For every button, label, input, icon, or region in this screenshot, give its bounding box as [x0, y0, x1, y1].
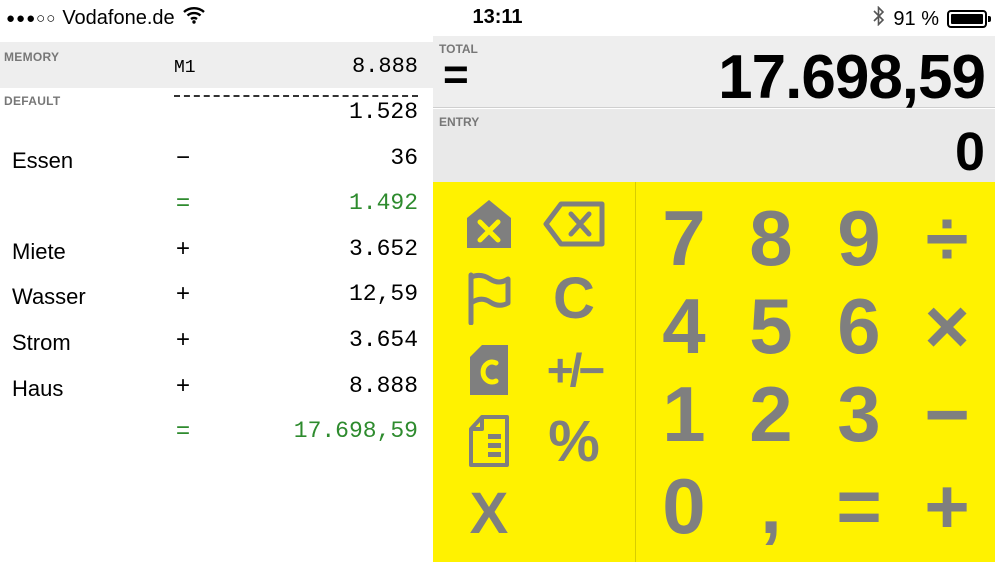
tape-row-operator: = [175, 417, 190, 445]
digit-4-label: 4 [662, 281, 706, 370]
tape-row-label: Haus [12, 375, 64, 401]
digit-2-label: 2 [749, 369, 793, 458]
digit-5-label: 5 [749, 281, 793, 370]
divide-button[interactable]: ÷ [903, 194, 991, 282]
comma-button[interactable]: , [727, 462, 815, 550]
digit-1-button[interactable]: 1 [640, 370, 728, 458]
tape-row[interactable]: Strom +3.654 [0, 324, 433, 364]
divide-label: ÷ [925, 193, 969, 282]
multiply-button[interactable]: × [903, 282, 991, 370]
plus-minus-button[interactable]: +/− [539, 335, 609, 405]
tape-row-value: 3.654 [348, 327, 418, 353]
keypad: X C +/− % 7 8 9 ÷ 4 5 6 × 1 2 3 − 0 , = … [433, 182, 995, 562]
percent-button[interactable]: % [539, 406, 609, 476]
subtract-button[interactable]: − [903, 370, 991, 458]
entry-value: 0 [954, 122, 985, 182]
tape-row-value: 1.492 [348, 190, 418, 217]
tape-row-operator: − [175, 143, 190, 171]
memory-name: M1 [174, 58, 196, 78]
digit-6-label: 6 [837, 281, 881, 370]
total-sign: = [443, 50, 469, 99]
tape-row-label: Miete [12, 238, 66, 264]
paste-icon [468, 414, 510, 468]
digit-6-button[interactable]: 6 [815, 282, 903, 370]
digit-8-button[interactable]: 8 [727, 194, 815, 282]
memory-clear-icon [465, 198, 513, 250]
tape-row[interactable]: Miete +3.652 [0, 233, 433, 273]
backspace-button[interactable] [539, 189, 609, 259]
clear-button[interactable]: C [539, 263, 609, 333]
entry-label: ENTRY [439, 115, 480, 129]
battery-percent: 91 % [893, 7, 939, 30]
digit-0-button[interactable]: 0 [640, 462, 728, 550]
paste-button[interactable] [454, 406, 524, 476]
tape-row-value: 12,59 [348, 281, 418, 308]
digit-8-label: 8 [749, 193, 793, 282]
copy-icon [468, 343, 510, 397]
tape-row-value: 17.698,59 [293, 418, 418, 445]
percent-key-label: % [548, 408, 600, 474]
tape-row-value: 1.528 [348, 99, 418, 125]
tape-row[interactable]: Essen − 36 [0, 142, 433, 182]
digit-9-label: 9 [837, 193, 881, 282]
digit-7-button[interactable]: 7 [640, 194, 728, 282]
comma-label: , [760, 461, 782, 550]
tape-row-value: 36 [390, 144, 418, 171]
tape-row-label: Strom [12, 330, 71, 355]
clock: 13:11 [472, 6, 523, 28]
tape-row-operator: + [175, 234, 190, 262]
status-bar: ●●●○○ Vodafone.de 13:11 91 % [0, 0, 995, 36]
memory-row[interactable]: MEMORY M1 8.888 [0, 42, 433, 88]
copy-button[interactable] [454, 335, 524, 405]
total-display: TOTAL = 17.698,59 [433, 36, 995, 112]
clear-key-label: C [553, 265, 595, 331]
backspace-icon [543, 201, 605, 247]
memory-label: MEMORY [4, 50, 60, 64]
tape-row[interactable]: 1.528 [0, 96, 433, 136]
tape-row[interactable]: = 17.698,59 [0, 415, 433, 455]
close-button[interactable]: X [454, 478, 524, 548]
tape-row-value: 8.888 [348, 372, 418, 399]
plus-minus-key-label: +/− [546, 344, 605, 396]
digit-4-button[interactable]: 4 [640, 282, 728, 370]
digit-1-label: 1 [662, 369, 706, 458]
total-value: 17.698,59 [718, 43, 986, 112]
battery-icon [947, 10, 991, 28]
equals-label: = [836, 461, 882, 550]
keypad-divider [635, 182, 636, 562]
status-right: 91 % [873, 5, 991, 32]
tape-row-label: Essen [12, 147, 74, 173]
tape-row-operator: + [175, 326, 190, 353]
add-button[interactable]: + [903, 462, 991, 550]
memory-clear-button[interactable] [454, 189, 524, 259]
flag-icon [466, 271, 512, 325]
tape-row-operator: = [175, 189, 190, 217]
digit-0-label: 0 [662, 461, 706, 550]
entry-display: ENTRY 0 [433, 109, 995, 182]
calculator: TOTAL = 17.698,59 ENTRY 0 X C +/− % 7 8 … [433, 36, 995, 562]
digit-7-label: 7 [662, 193, 706, 282]
digit-5-button[interactable]: 5 [727, 282, 815, 370]
multiply-label: × [924, 281, 970, 370]
add-label: + [924, 461, 970, 550]
equals-button[interactable]: = [815, 462, 903, 550]
close-key-label: X [469, 480, 509, 546]
tape-row[interactable]: Wasser +12,59 [0, 278, 433, 318]
tape-row-label: Wasser [12, 284, 86, 310]
subtract-label: − [924, 369, 970, 458]
tape-row[interactable]: = 1.492 [0, 187, 433, 227]
tape-row-operator: + [175, 371, 190, 399]
digit-9-button[interactable]: 9 [815, 194, 903, 282]
tape-row-operator: + [175, 280, 190, 308]
digit-3-label: 3 [837, 369, 881, 458]
tape-row[interactable]: Haus +8.888 [0, 370, 433, 410]
flag-button[interactable] [454, 263, 524, 333]
memory-value: 8.888 [351, 54, 418, 79]
calculation-tape[interactable]: MEMORY M1 8.888 DEFAULT 1.528 Essen −36 = 1.… [0, 36, 433, 562]
bluetooth-icon [873, 5, 885, 32]
digit-3-button[interactable]: 3 [815, 370, 903, 458]
tape-row-value: 3.652 [348, 235, 418, 262]
digit-2-button[interactable]: 2 [727, 370, 815, 458]
